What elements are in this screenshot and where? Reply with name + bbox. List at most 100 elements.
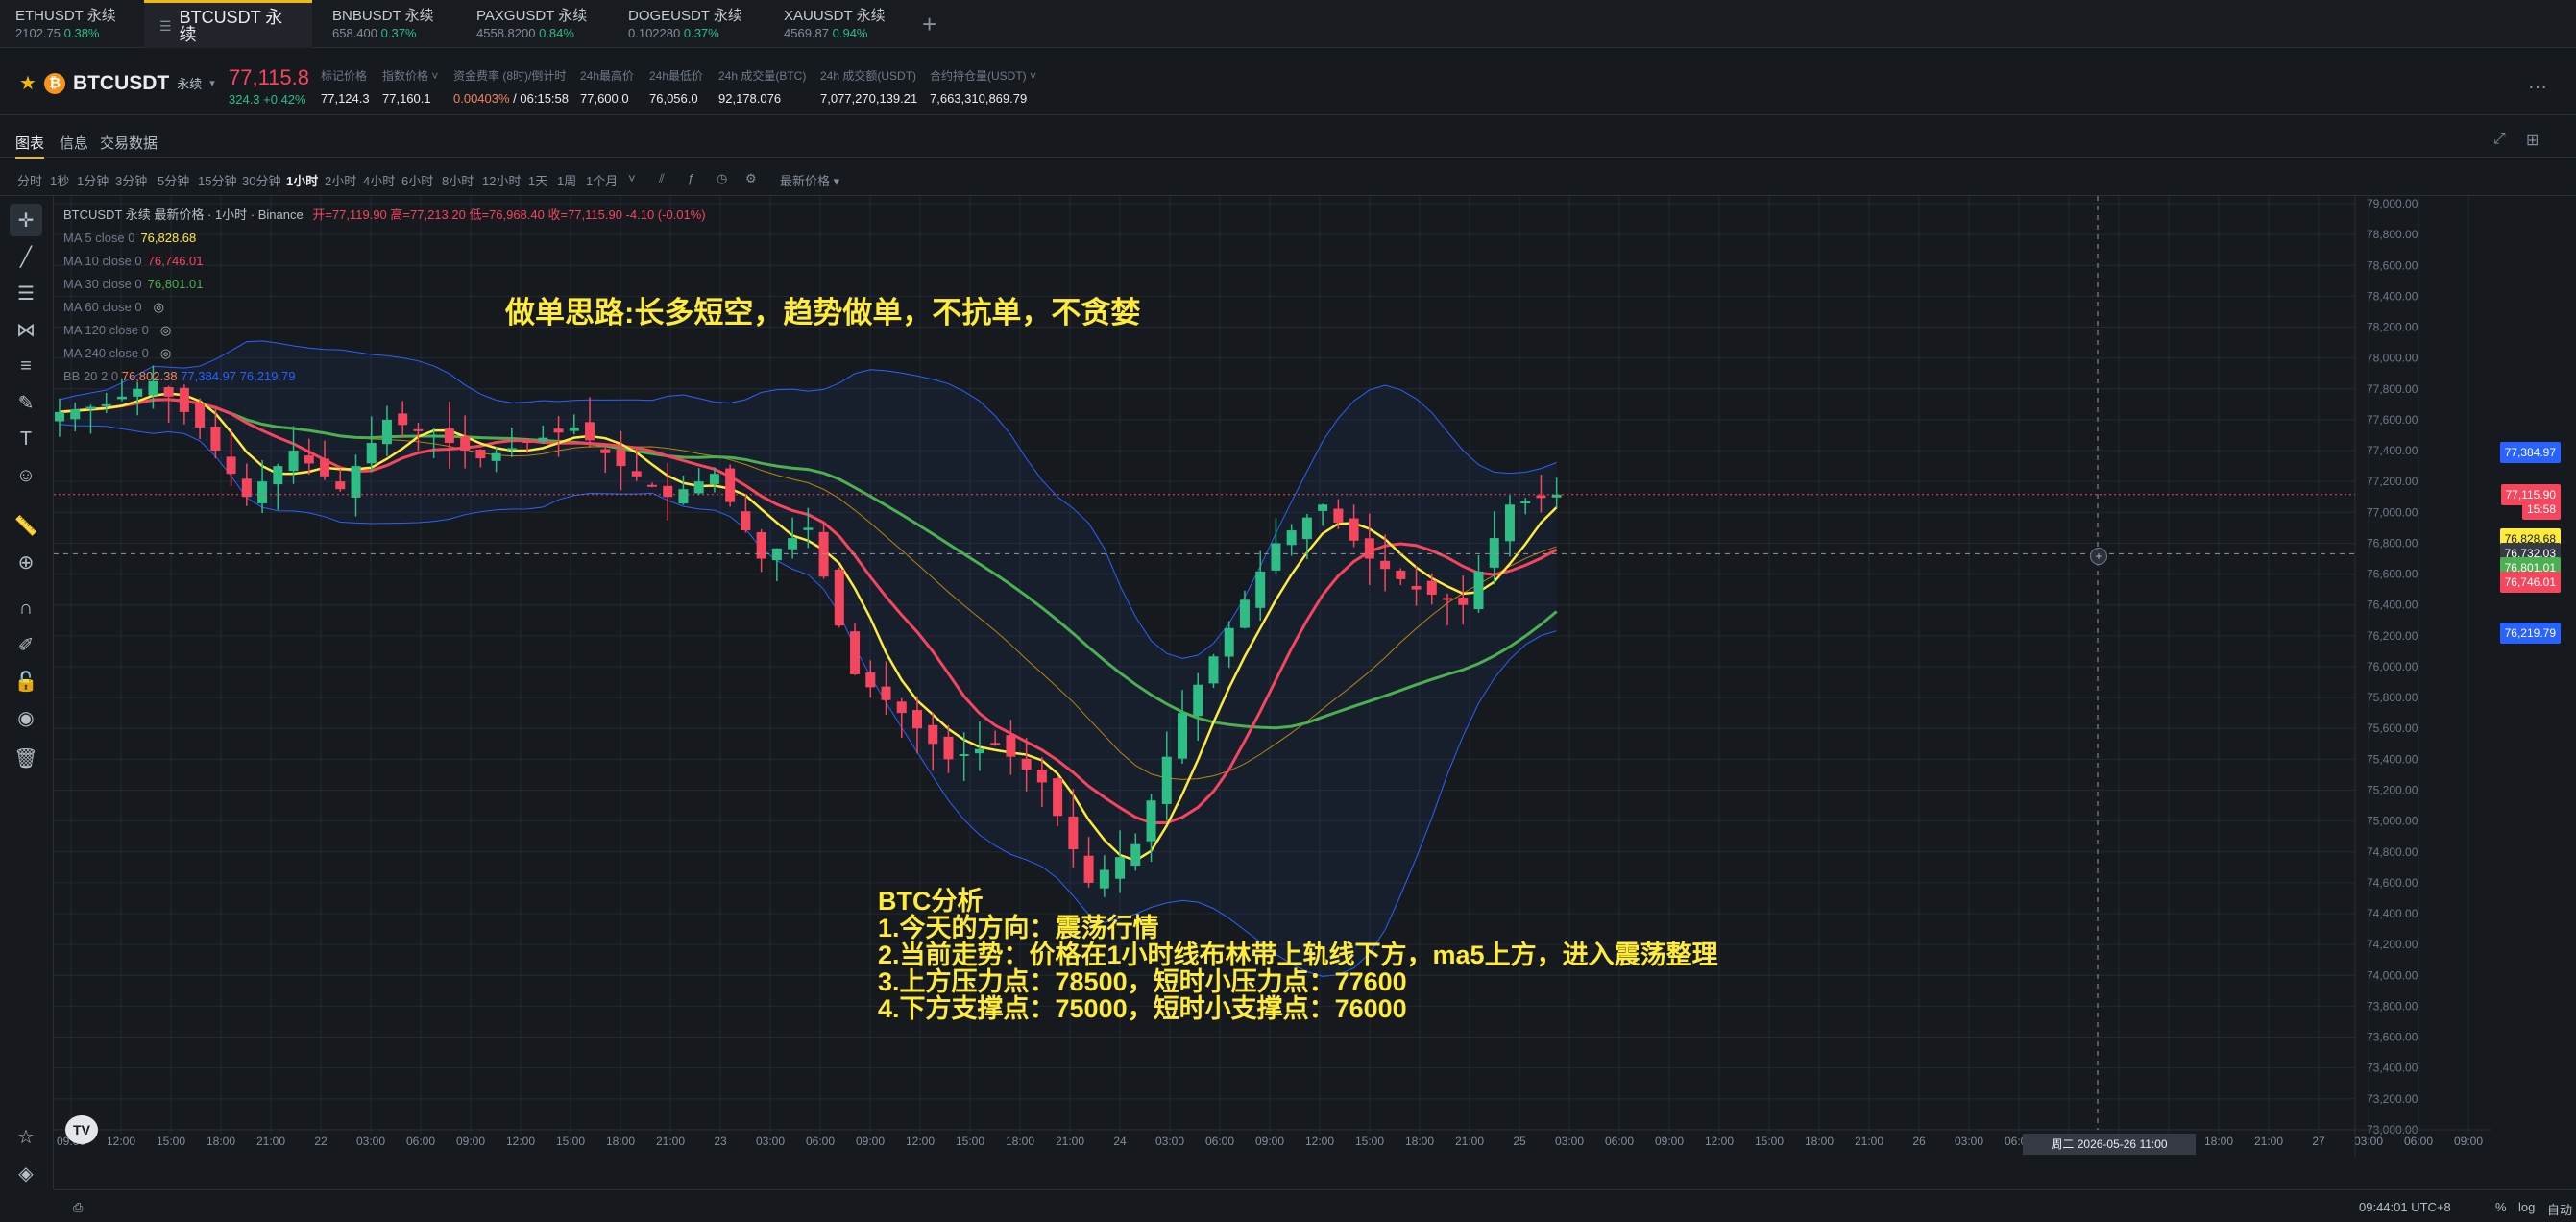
time-tick: 15:00	[1355, 1135, 1384, 1148]
timeframe-13[interactable]: 1天	[528, 171, 547, 189]
settings-icon[interactable]: ⚙	[745, 171, 757, 186]
ruler-icon[interactable]: 📏	[10, 509, 42, 542]
price-tick: 75,600.00	[2367, 721, 2418, 735]
stat-open-interest[interactable]: 合约持仓量(USDT) ˅ 7,663,310,869.79	[930, 67, 1036, 106]
candle-body	[304, 455, 314, 464]
tab-trading-data[interactable]: 交易数据	[100, 133, 158, 153]
tab-ethusdt[interactable]: ETHUSDT 永续 2102.75 0.38%	[0, 0, 132, 48]
timeframe-14[interactable]: 1周	[557, 171, 576, 189]
trash-icon[interactable]: 🗑	[10, 742, 42, 774]
time-tick: 06:00	[806, 1135, 835, 1148]
last-price-block: 77,115.8 324.3 +0.42%	[229, 65, 309, 107]
timeframe-6[interactable]: 30分钟	[242, 171, 280, 189]
price-tick: 77,400.00	[2367, 444, 2418, 457]
brush-icon[interactable]: ✎	[10, 386, 42, 419]
tab-change: 0.37%	[683, 26, 719, 40]
tab-btcusdt[interactable]: ☰ BTCUSDT 永续	[144, 0, 312, 48]
indicators-icon[interactable]: ƒ	[688, 171, 694, 185]
tab-price: 0.102280	[628, 26, 681, 40]
timeframe-11[interactable]: 8小时	[442, 171, 474, 189]
candle-body	[771, 548, 782, 561]
time-tick: 21:00	[1056, 1135, 1084, 1148]
tab-dogeusdt[interactable]: DOGEUSDT 永续 0.102280 0.37%	[613, 0, 758, 48]
tab-price: 4569.87	[784, 26, 829, 40]
trend-line-icon[interactable]: ╱	[10, 240, 42, 273]
timeframe-2[interactable]: 1分钟	[77, 171, 109, 189]
tab-paxgusdt[interactable]: PAXGUSDT 永续 4558.8200 0.84%	[461, 0, 602, 48]
timeframe-12[interactable]: 12小时	[482, 171, 521, 189]
zoom-in-icon[interactable]: ⊕	[10, 546, 42, 578]
magnet-icon[interactable]: ∩	[10, 592, 42, 624]
timeframe-4[interactable]: 5分钟	[158, 171, 189, 189]
candle-body	[413, 428, 424, 431]
pitchfork-icon[interactable]: ⋈	[10, 313, 42, 346]
star-icon[interactable]: ☆	[10, 1120, 42, 1153]
price-tick: 77,800.00	[2367, 382, 2418, 396]
candle-body	[663, 485, 673, 498]
timeframe-1[interactable]: 1秒	[50, 171, 69, 189]
candle-body	[646, 484, 657, 487]
candle-body	[1520, 501, 1531, 503]
fib-icon[interactable]: ≡	[10, 350, 42, 382]
time-tick: 23	[714, 1135, 727, 1148]
tab-chart[interactable]: 图表	[15, 133, 45, 159]
favorite-star-icon[interactable]: ★	[19, 71, 36, 95]
symbol-selector[interactable]: ★ ₿ BTCUSDT 永续 ▾	[19, 71, 215, 95]
timeframe-8[interactable]: 2小时	[325, 171, 356, 189]
eye-off-icon[interactable]: ◎	[160, 346, 171, 360]
chart-type-icon[interactable]: ⫽	[659, 171, 665, 186]
timeframe-16[interactable]: ˅	[628, 171, 636, 185]
text-icon[interactable]: T	[10, 423, 42, 455]
percent-toggle[interactable]: %	[2495, 1200, 2507, 1214]
candle-body	[133, 388, 143, 397]
more-icon[interactable]: ⋯	[2528, 75, 2547, 99]
timeframe-10[interactable]: 6小时	[401, 171, 433, 189]
price-axis-label: 76,746.01	[2499, 572, 2561, 594]
price-tick: 74,800.00	[2367, 845, 2418, 859]
emoji-icon[interactable]: ☺	[10, 459, 42, 492]
price-tick: 74,200.00	[2367, 938, 2418, 951]
tab-info[interactable]: 信息	[60, 133, 88, 153]
timeframe-7[interactable]: 1小时	[286, 171, 318, 189]
lock-drawing-icon[interactable]: ✐	[10, 628, 42, 661]
date-range-icon[interactable]: ⎙	[73, 1200, 83, 1215]
layout-grid-icon[interactable]: ⊞	[2526, 131, 2539, 150]
add-tab-button[interactable]: +	[922, 10, 936, 39]
eye-off-icon[interactable]: ◎	[154, 300, 164, 314]
price-tick: 74,600.00	[2367, 876, 2418, 890]
price-source-dropdown[interactable]: 最新价格 ▾	[780, 171, 839, 189]
eye-off-icon[interactable]: ◎	[160, 323, 171, 337]
candle-body	[257, 481, 268, 503]
symbol-name: BTCUSDT	[72, 71, 170, 94]
candle-body	[585, 422, 595, 441]
horizontal-lines-icon[interactable]: ☰	[10, 277, 42, 309]
timeframe-3[interactable]: 3分钟	[115, 171, 147, 189]
expand-icon[interactable]: ⤢	[2493, 131, 2506, 148]
screenshot-icon[interactable]: ◷	[717, 171, 727, 186]
stat-index-price[interactable]: 指数价格 ˅ 77,160.1	[382, 67, 438, 106]
drawing-toolbar: ✛ ╱ ☰ ⋈ ≡ ✎ T ☺ 📏 ⊕ ∩ ✐ 🔓 ◉ 🗑 ☆ ◈	[0, 196, 54, 1189]
layers-icon[interactable]: ◈	[10, 1157, 42, 1189]
lock-icon[interactable]: 🔓	[10, 665, 42, 697]
tab-bnbusdt[interactable]: BNBUSDT 永续 658.400 0.37%	[317, 0, 450, 48]
eye-icon[interactable]: ◉	[10, 701, 42, 734]
timeframe-9[interactable]: 4小时	[363, 171, 395, 189]
timeframe-15[interactable]: 1个月	[586, 171, 618, 189]
time-tick: 09:00	[2454, 1135, 2483, 1148]
candle-body	[195, 403, 206, 428]
price-tick: 78,600.00	[2367, 258, 2418, 272]
tab-change: 0.84%	[539, 26, 574, 40]
timeframe-5[interactable]: 15分钟	[198, 171, 236, 189]
price-change: 324.3 +0.42%	[229, 92, 306, 107]
log-toggle[interactable]: log	[2518, 1200, 2535, 1214]
tab-xauusdt[interactable]: XAUUSDT 永续 4569.87 0.94%	[768, 0, 901, 48]
timeframe-0[interactable]: 分时	[17, 171, 42, 189]
price-axis-label: 15:58	[2521, 499, 2561, 521]
crosshair-icon[interactable]: ✛	[10, 204, 42, 236]
candle-body	[55, 411, 64, 422]
candle-body	[506, 448, 517, 451]
crosshair-add-marker[interactable]: +	[2090, 548, 2107, 565]
stat-24h-high: 24h最高价 77,600.0	[580, 69, 635, 106]
auto-toggle[interactable]: 自动	[2547, 1200, 2572, 1218]
tab-change: 0.38%	[63, 26, 100, 40]
